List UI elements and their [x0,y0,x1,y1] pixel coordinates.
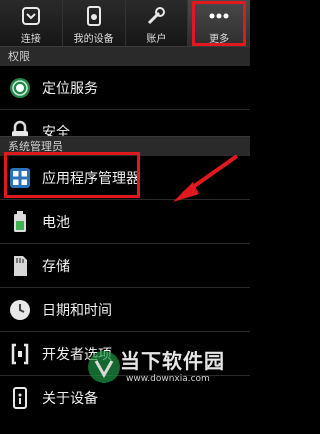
connections-icon [21,7,40,25]
tab-accounts[interactable]: 账户 [126,0,189,46]
list-item-battery[interactable]: 电池 [0,200,250,244]
tab-connections[interactable]: 连接 [0,0,63,46]
accounts-icon [148,7,166,25]
clock-icon [10,299,30,320]
section-header-permissions: 权限 [0,46,250,66]
list-item-date-time[interactable]: 日期和时间 [0,288,250,332]
tab-label: 账户 [146,34,167,45]
location-icon [10,77,30,98]
more-icon [209,13,229,19]
watermark-title: 当下软件园 [120,349,225,373]
developer-icon [11,343,29,364]
list-item-label: 存储 [42,258,70,275]
list-item-location[interactable]: 定位服务 [0,66,250,110]
my-device-icon [86,6,101,26]
device-info-icon [13,387,27,409]
pointer-arrow-icon [173,154,239,202]
list-item-label: 日期和时间 [42,302,112,319]
storage-icon [14,255,27,276]
tab-label: 连接 [20,34,41,45]
app-manager-icon [10,167,30,188]
tab-label: 我的设备 [73,34,114,45]
list-item-storage[interactable]: 存储 [0,244,250,288]
tab-my-device[interactable]: 我的设备 [63,0,126,46]
list-item-label: 应用程序管理器 [42,170,140,187]
watermark-url: www.downxia.com [126,374,210,384]
tab-label: 更多 [209,34,230,45]
top-tab-bar: 连接 我的设备 账户 更多 [0,0,250,48]
tab-more[interactable]: 更多 [188,0,250,48]
battery-icon [14,210,26,232]
list-item-label: 定位服务 [42,80,98,97]
list-item-label: 电池 [42,214,70,231]
